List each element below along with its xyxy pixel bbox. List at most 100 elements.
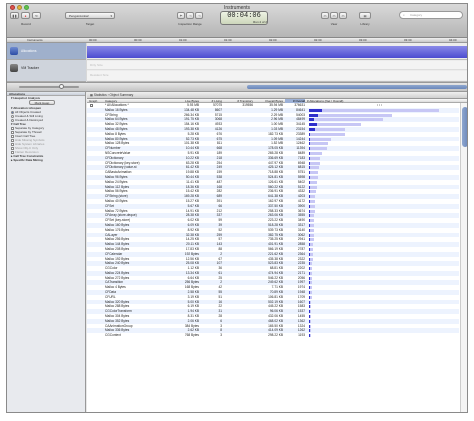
library-icon: ▤ xyxy=(363,14,367,18)
view-right-button[interactable]: ▭ xyxy=(339,12,347,19)
library-label: Library xyxy=(360,22,370,26)
range-clear-button[interactable]: ⊣ xyxy=(186,12,194,19)
allocations-bar-overall xyxy=(309,142,329,146)
table-row[interactable]: CGContext 768 Bytes 3 298.22 KB 1193 xyxy=(87,333,459,338)
record-button[interactable]: ● xyxy=(21,12,30,19)
allocations-bar-living xyxy=(309,147,311,151)
allocations-bar-overall xyxy=(309,171,318,175)
cell-overall-bytes: 298.22 KB xyxy=(268,333,283,338)
target-name: PenguinLinks2 xyxy=(69,14,89,18)
allocations-table: * All Allocations * 5.93 MB 57075 319556 35.… xyxy=(87,103,459,338)
allocations-bar-living xyxy=(309,324,310,328)
allocations-bar-living xyxy=(309,123,317,127)
allocations-bar-overall xyxy=(309,132,345,136)
cell-category: CGContext xyxy=(105,333,121,338)
allocations-bar-living xyxy=(309,151,310,155)
breadcrumb: ▦ Statistics › Object Summary xyxy=(87,92,467,99)
pause-button[interactable]: ❚❚ xyxy=(10,12,19,19)
loop-button[interactable]: ↻ xyxy=(32,12,41,19)
vm-tracker-track[interactable]: Dirty Size Resident Size xyxy=(87,60,467,82)
instruments-window: Instruments ❚❚ ● ↻ Record PenguinLinks2 ▾… xyxy=(6,3,468,413)
allocations-bar-living xyxy=(309,305,310,309)
allocations-bar-overall xyxy=(309,175,318,179)
target-label: Target xyxy=(85,22,95,26)
allocations-bar-living xyxy=(309,185,310,189)
allocations-bar-living xyxy=(309,315,310,319)
target-popup[interactable]: PenguinLinks2 ▾ xyxy=(65,12,115,19)
allocations-bar-living xyxy=(309,252,310,256)
allocations-bar-living xyxy=(309,281,310,285)
allocations-bar-living xyxy=(309,199,310,203)
table-scroll-thumb[interactable] xyxy=(462,107,467,147)
mark-heap-button[interactable]: Mark Heap xyxy=(29,100,55,105)
record-icon: ● xyxy=(24,14,27,18)
resident-size-label: Resident Size xyxy=(90,73,109,77)
allocations-bar-overall xyxy=(309,147,327,151)
specific-data-mining-heading[interactable]: ▸ Specific Data Mining xyxy=(7,158,85,162)
view-mid-button[interactable]: ▭ xyxy=(330,12,338,19)
allocations-bar-living xyxy=(309,238,310,242)
resident-size-row: Resident Size xyxy=(87,71,467,80)
toolbar: Instruments ❚❚ ● ↻ Record PenguinLinks2 ▾… xyxy=(7,4,467,38)
allocations-instrument-icon xyxy=(10,47,18,55)
dirty-size-row: Dirty Size xyxy=(87,61,467,70)
allocations-bar-living xyxy=(309,286,310,290)
allocations-bar-living xyxy=(309,175,310,179)
view-left-button[interactable]: ▭ xyxy=(321,12,329,19)
search-placeholder: Category xyxy=(410,13,423,17)
cell-live-bytes: 768 Bytes xyxy=(184,333,199,338)
allocations-bar-living xyxy=(309,190,310,194)
breadcrumb-statistics[interactable]: Statistics xyxy=(94,93,107,97)
detail-sidebar: Allocations ▾ Heapshot Analysis Mark Hea… xyxy=(7,92,86,412)
allocations-bar-living xyxy=(309,223,310,227)
allocations-bar-living xyxy=(309,247,310,251)
allocations-track[interactable] xyxy=(87,43,467,60)
allocations-bar-overall xyxy=(309,166,320,170)
range-end-button[interactable]: ⊣ xyxy=(195,12,203,19)
allocations-bar-living xyxy=(309,329,310,333)
time-display: 00:04:06 Run 2 of 2 xyxy=(220,11,268,25)
range-start-icon: ⊢ xyxy=(179,14,183,18)
zoom-slider-track[interactable] xyxy=(19,86,79,88)
allocations-bar-living xyxy=(309,156,310,160)
allocations-bar-living xyxy=(309,137,311,141)
library-button[interactable]: ▤ xyxy=(359,12,371,19)
instrument-allocations[interactable]: Allocations xyxy=(7,43,86,60)
range-start-button[interactable]: ⊢ xyxy=(177,12,185,19)
cell-overall: 1193 xyxy=(298,333,305,338)
allocations-bar-living xyxy=(309,171,310,175)
allocations-bar-living xyxy=(309,334,310,338)
allocations-bar-overall xyxy=(309,137,331,141)
allocations-bar-overall xyxy=(309,123,362,127)
chevron-down-icon: ▾ xyxy=(110,14,112,18)
sidebar-icon: ▭ xyxy=(323,14,327,18)
allocations-bar-living xyxy=(309,276,310,280)
mark-heap-row: Mark Heap xyxy=(7,100,85,106)
breadcrumb-object-summary[interactable]: Object Summary xyxy=(110,93,134,97)
search-field[interactable]: ⌕ Category xyxy=(399,11,463,19)
table-scrollbar[interactable] xyxy=(460,103,467,412)
allocations-bar-overall xyxy=(309,108,439,112)
allocations-bar-living xyxy=(309,209,310,213)
detail-pane: ▦ Statistics › Object Summary Graph Cate… xyxy=(87,92,467,412)
timeline-scroller xyxy=(7,83,467,92)
allocations-bar-living xyxy=(309,204,310,208)
timeline-scrollbar[interactable] xyxy=(247,85,467,89)
mark-heap-label: Mark Heap xyxy=(34,101,50,105)
instrument-vm-tracker[interactable]: VM Tracker xyxy=(7,60,86,82)
allocations-bar-living xyxy=(309,295,310,299)
graph-checkbox[interactable] xyxy=(90,103,93,107)
zoom-slider-knob[interactable] xyxy=(59,84,64,89)
allocations-bar-overall xyxy=(309,185,317,189)
allocations-bar-living xyxy=(309,180,310,184)
inspection-range-label: Inspection Range xyxy=(178,22,202,26)
allocations-bar-living xyxy=(309,161,310,165)
allocations-bar-living xyxy=(309,142,311,146)
allocations-track-label: Allocations xyxy=(21,49,37,53)
vm-tracker-icon xyxy=(10,64,18,72)
vm-tracker-label: VM Tracker xyxy=(21,66,39,70)
record-label: Record xyxy=(21,22,31,26)
allocations-bar-living xyxy=(309,127,316,131)
allocations-bar-living xyxy=(309,166,310,170)
allocations-bar-living xyxy=(309,257,310,261)
